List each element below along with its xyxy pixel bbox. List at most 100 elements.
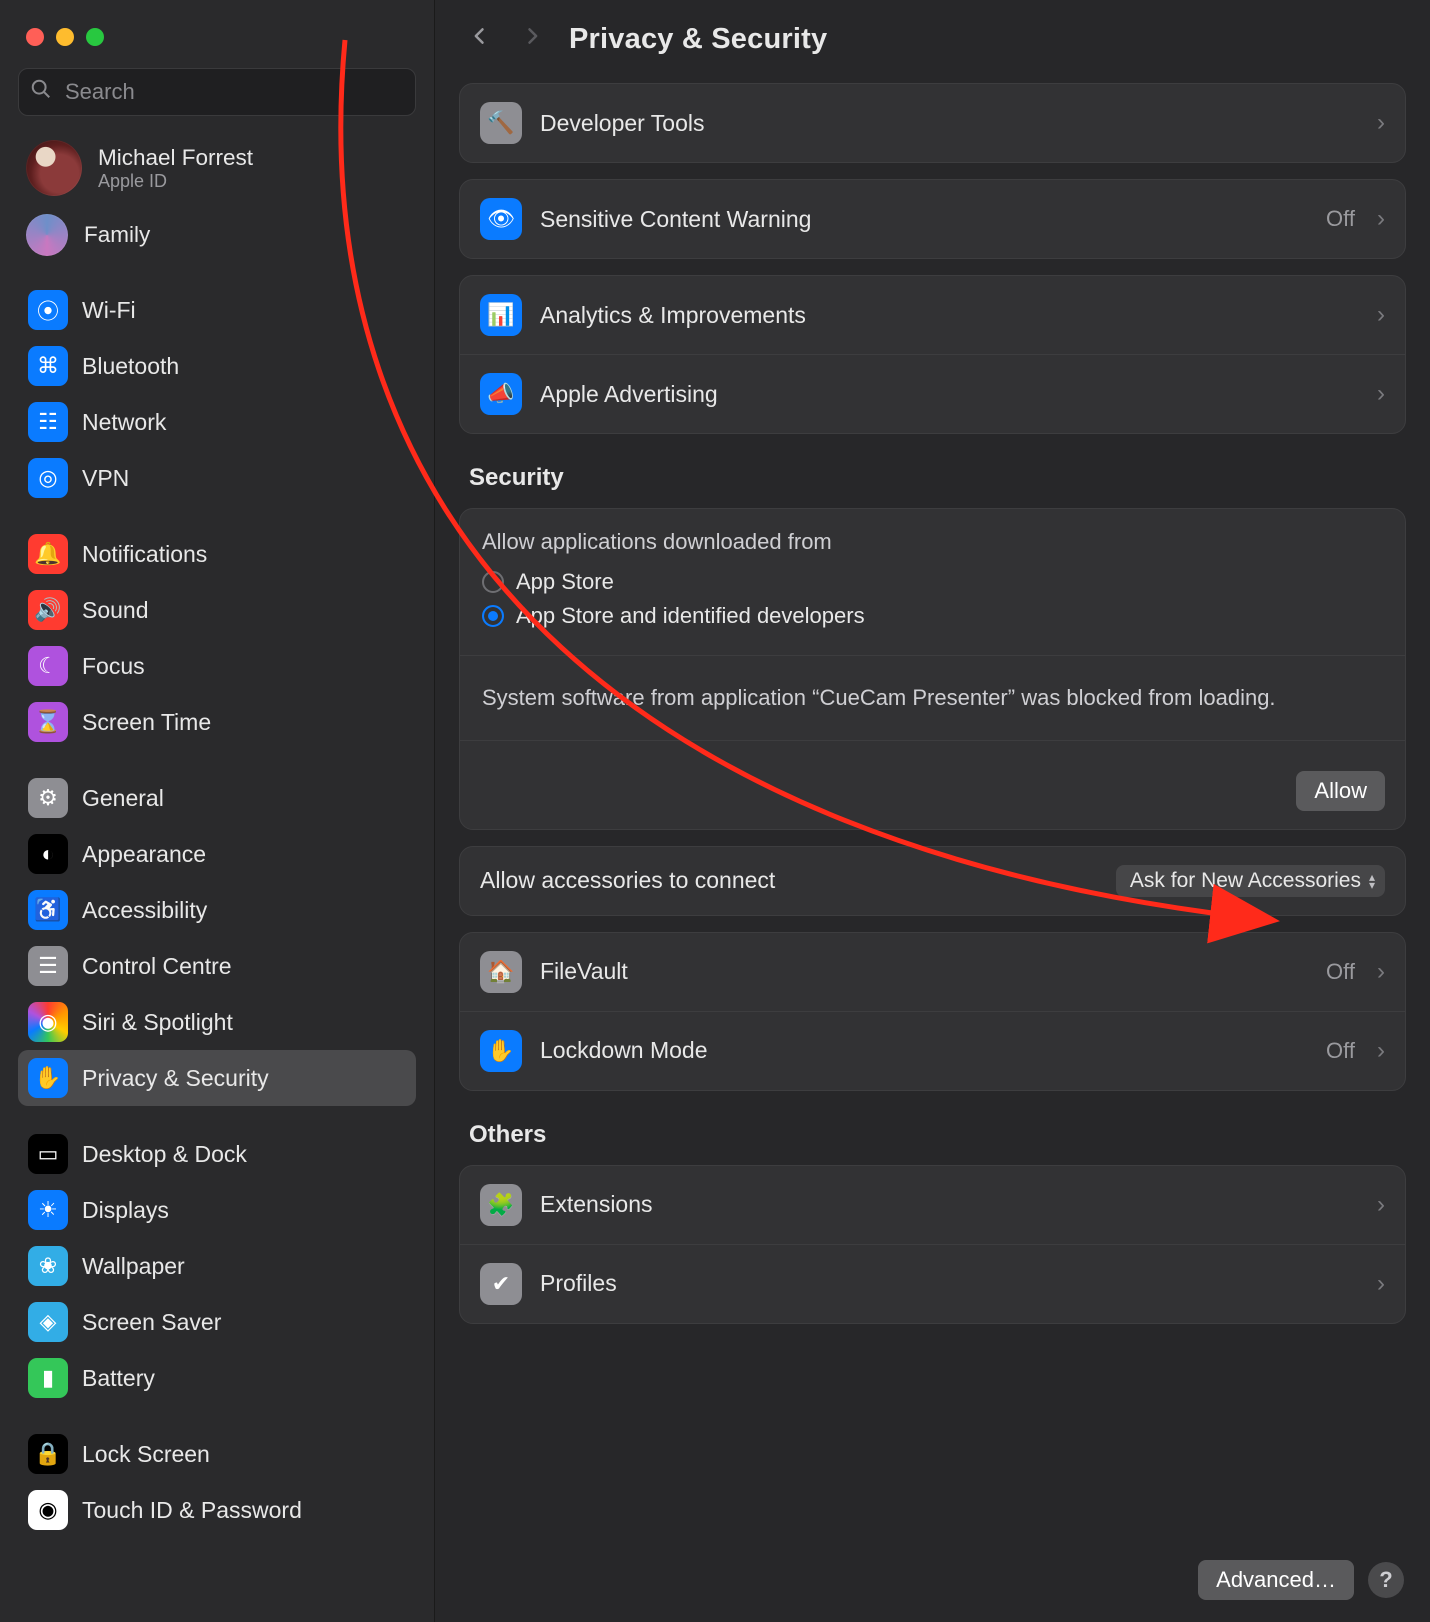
- allow-button[interactable]: Allow: [1296, 771, 1385, 811]
- sidebar-item-wi-fi[interactable]: ⦿Wi-Fi: [18, 282, 416, 338]
- sidebar-item-screen-saver[interactable]: ◈Screen Saver: [18, 1294, 416, 1350]
- sidebar-item-sound[interactable]: 🔊Sound: [18, 582, 416, 638]
- page-title: Privacy & Security: [569, 23, 827, 56]
- general-icon: ⚙: [28, 778, 68, 818]
- row-label: Analytics & Improvements: [540, 302, 1359, 329]
- radio-app-store[interactable]: App Store: [482, 569, 1383, 595]
- vpn-icon: ◎: [28, 458, 68, 498]
- help-button[interactable]: ?: [1368, 1562, 1404, 1598]
- appearance-icon: ◐: [28, 834, 68, 874]
- avatar: [26, 140, 82, 196]
- blocked-software-message: System software from application “CueCam…: [482, 682, 1383, 714]
- close-window-button[interactable]: [26, 28, 44, 46]
- screen-time-icon: ⌛: [28, 702, 68, 742]
- desktop-dock-icon: ▭: [28, 1134, 68, 1174]
- sidebar-item-displays[interactable]: ☀Displays: [18, 1182, 416, 1238]
- popup-value: Ask for New Accessories: [1130, 869, 1361, 893]
- advanced-button[interactable]: Advanced…: [1198, 1560, 1354, 1600]
- search-input[interactable]: [18, 68, 416, 116]
- sidebar-item-desktop-dock[interactable]: ▭ Desktop & Dock: [18, 1126, 416, 1182]
- sidebar-item-family[interactable]: Family: [18, 208, 416, 262]
- row-label: Profiles: [540, 1270, 1359, 1297]
- radio-app-store-and-identified-developers[interactable]: App Store and identified developers: [482, 603, 1383, 629]
- sidebar-item-accessibility[interactable]: ♿Accessibility: [18, 882, 416, 938]
- row-accessories[interactable]: Allow accessories to connect Ask for New…: [460, 847, 1405, 915]
- row-label: Lockdown Mode: [540, 1037, 1308, 1064]
- radio-label: App Store: [516, 569, 614, 595]
- sidebar-item-label: Siri & Spotlight: [82, 1009, 233, 1036]
- sidebar-item-label: Control Centre: [82, 953, 232, 980]
- sidebar-item-screen-time[interactable]: ⌛Screen Time: [18, 694, 416, 750]
- row-label: FileVault: [540, 958, 1308, 985]
- sidebar-item-label: Touch ID & Password: [82, 1497, 302, 1524]
- sidebar-item-label: Wi-Fi: [82, 297, 136, 324]
- accessories-popup[interactable]: Ask for New Accessories ▴▾: [1116, 865, 1385, 897]
- wallpaper-icon: ❀: [28, 1246, 68, 1286]
- sidebar-item-siri-spotlight[interactable]: ◉ Siri & Spotlight: [18, 994, 416, 1050]
- sidebar-item-general[interactable]: ⚙ General: [18, 770, 416, 826]
- row-profiles[interactable]: ✔Profiles›: [460, 1244, 1405, 1323]
- row-lockdown-mode[interactable]: ✋Lockdown ModeOff›: [460, 1011, 1405, 1090]
- stepper-icon: ▴▾: [1369, 873, 1375, 889]
- search-icon: [30, 78, 52, 106]
- row-filevault[interactable]: 🏠FileVaultOff›: [460, 933, 1405, 1011]
- sidebar-item-focus[interactable]: ☾Focus: [18, 638, 416, 694]
- sidebar-item-privacy-security[interactable]: ✋ Privacy & Security: [18, 1050, 416, 1106]
- row-apple-advertising[interactable]: 📣Apple Advertising›: [460, 354, 1405, 433]
- sidebar: Michael Forrest Apple ID Family ⦿Wi-Fi⌘B…: [0, 0, 435, 1622]
- chevron-right-icon: ›: [1377, 1037, 1385, 1065]
- chevron-right-icon: ›: [1377, 958, 1385, 986]
- nav-back-button[interactable]: [465, 22, 495, 57]
- lock-screen-icon: 🔒: [28, 1434, 68, 1474]
- privacy-icon: ✋: [28, 1058, 68, 1098]
- minimize-window-button[interactable]: [56, 28, 74, 46]
- row-extensions[interactable]: 🧩Extensions›: [460, 1166, 1405, 1244]
- chevron-right-icon: ›: [1377, 380, 1385, 408]
- row-label: Allow accessories to connect: [480, 867, 1116, 894]
- sidebar-item-network[interactable]: ☷Network: [18, 394, 416, 450]
- sidebar-item-control-centre[interactable]: ☰Control Centre: [18, 938, 416, 994]
- sidebar-item-appearance[interactable]: ◐Appearance: [18, 826, 416, 882]
- extensions-icon: 🧩: [480, 1184, 522, 1226]
- account-name: Michael Forrest: [98, 145, 253, 171]
- radio-label: App Store and identified developers: [516, 603, 865, 629]
- sidebar-item-label: Privacy & Security: [82, 1065, 269, 1092]
- sidebar-item-wallpaper[interactable]: ❀Wallpaper: [18, 1238, 416, 1294]
- row-analytics-improvements[interactable]: 📊Analytics & Improvements›: [460, 276, 1405, 354]
- sidebar-item-label: Desktop & Dock: [82, 1141, 247, 1168]
- sidebar-item-label: Accessibility: [82, 897, 207, 924]
- sidebar-item-vpn[interactable]: ◎ VPN: [18, 450, 416, 506]
- network-icon: ☷: [28, 402, 68, 442]
- battery-icon: ▮: [28, 1358, 68, 1398]
- sidebar-item-label: Notifications: [82, 541, 207, 568]
- touchid-icon: ◉: [28, 1490, 68, 1530]
- nav-forward-button[interactable]: [517, 22, 547, 57]
- sidebar-item-battery[interactable]: ▮ Battery: [18, 1350, 416, 1406]
- sidebar-item-notifications[interactable]: 🔔Notifications: [18, 526, 416, 582]
- window-controls: [18, 20, 416, 68]
- hammer-icon: 🔨: [480, 102, 522, 144]
- row-sensitive-content-warning[interactable]: 👁Sensitive Content WarningOff›: [460, 180, 1405, 258]
- sound-icon: 🔊: [28, 590, 68, 630]
- sidebar-item-touch-id-password[interactable]: ◉ Touch ID & Password: [18, 1482, 416, 1538]
- family-icon: [26, 214, 68, 256]
- sidebar-item-lock-screen[interactable]: 🔒Lock Screen: [18, 1426, 416, 1482]
- row-developer-tools[interactable]: 🔨Developer Tools›: [460, 84, 1405, 162]
- megaphone-icon: 📣: [480, 373, 522, 415]
- sidebar-item-apple-id[interactable]: Michael Forrest Apple ID: [18, 134, 416, 202]
- sidebar-item-label: VPN: [82, 465, 129, 492]
- allow-apps-from-label: Allow applications downloaded from: [482, 529, 1383, 555]
- account-subtitle: Apple ID: [98, 171, 253, 192]
- zoom-window-button[interactable]: [86, 28, 104, 46]
- displays-icon: ☀: [28, 1190, 68, 1230]
- sidebar-item-label: Battery: [82, 1365, 155, 1392]
- bluetooth-icon: ⌘: [28, 346, 68, 386]
- row-label: Sensitive Content Warning: [540, 206, 1308, 233]
- sidebar-item-label: General: [82, 785, 164, 812]
- row-value: Off: [1326, 959, 1355, 985]
- sidebar-item-bluetooth[interactable]: ⌘Bluetooth: [18, 338, 416, 394]
- security-panel: Allow applications downloaded from App S…: [459, 508, 1406, 830]
- row-label: Developer Tools: [540, 110, 1359, 137]
- focus-icon: ☾: [28, 646, 68, 686]
- siri-icon: ◉: [28, 1002, 68, 1042]
